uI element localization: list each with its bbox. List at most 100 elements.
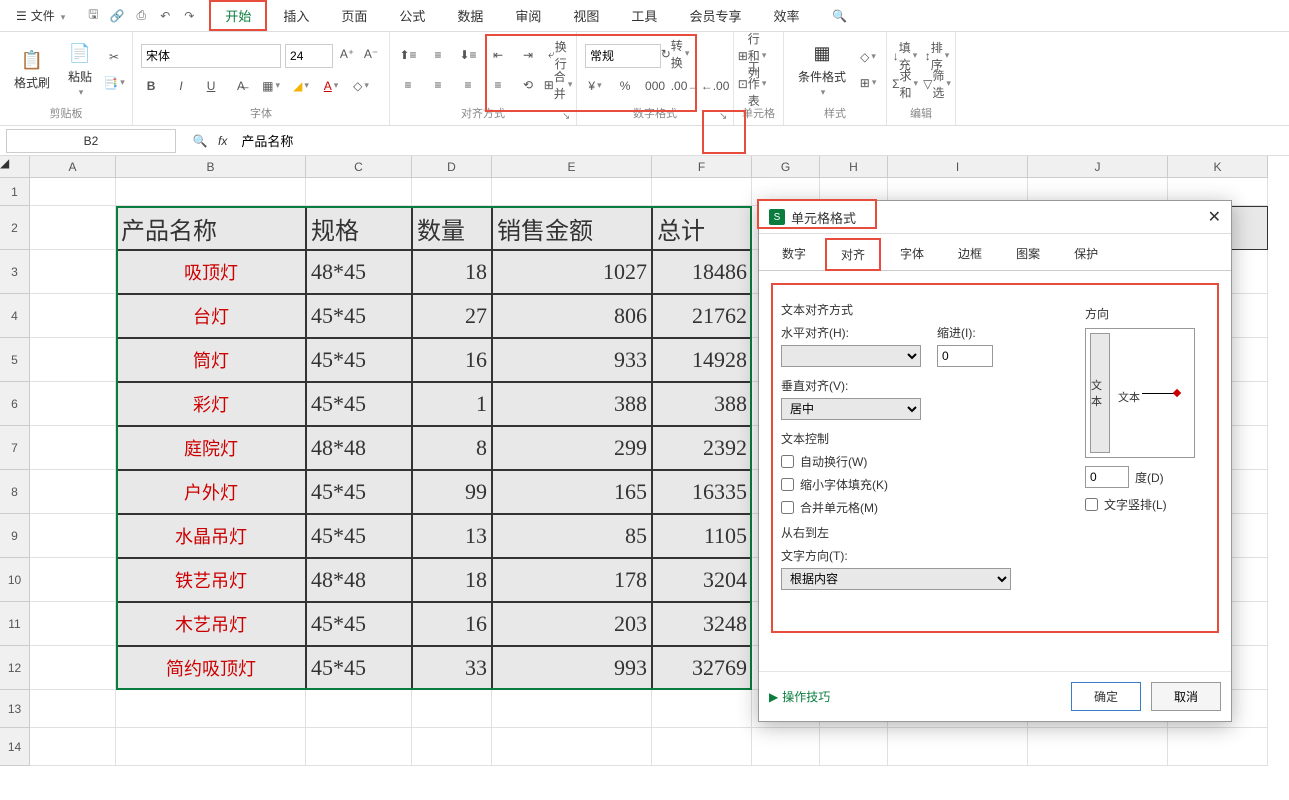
cell-E12[interactable]: 993	[492, 646, 652, 690]
row-header-5[interactable]: 5	[0, 338, 30, 382]
merge-cells-checkbox[interactable]	[781, 501, 794, 514]
row-header-14[interactable]: 14	[0, 728, 30, 766]
sort-button[interactable]: ↕排序	[927, 46, 947, 66]
col-header-K[interactable]: K	[1168, 156, 1268, 178]
align-middle-icon[interactable]: ≡	[428, 45, 448, 65]
cell-J14[interactable]	[1028, 728, 1168, 766]
print-icon[interactable]: ⎙	[133, 8, 149, 24]
cell-B9[interactable]: 水晶吊灯	[116, 514, 306, 558]
cell-C13[interactable]	[306, 690, 412, 728]
cell-E2[interactable]: 销售金额	[492, 206, 652, 250]
cell-A4[interactable]	[30, 294, 116, 338]
cell-C11[interactable]: 45*45	[306, 602, 412, 646]
col-header-A[interactable]: A	[30, 156, 116, 178]
number-dialog-launcher[interactable]: ↘	[719, 111, 731, 123]
cell-D8[interactable]: 99	[412, 470, 492, 514]
cell-K14[interactable]	[1168, 728, 1268, 766]
cell-F7[interactable]: 2392	[652, 426, 752, 470]
row-header-3[interactable]: 3	[0, 250, 30, 294]
cell-I14[interactable]	[888, 728, 1028, 766]
cell-D9[interactable]: 13	[412, 514, 492, 558]
cell-C6[interactable]: 45*45	[306, 382, 412, 426]
v-align-select[interactable]: 居中	[781, 398, 921, 420]
row-header-12[interactable]: 12	[0, 646, 30, 690]
row-header-13[interactable]: 13	[0, 690, 30, 728]
link-icon[interactable]: 🔗	[109, 8, 125, 24]
cell-E3[interactable]: 1027	[492, 250, 652, 294]
cell-A8[interactable]	[30, 470, 116, 514]
worksheet-button[interactable]: ⊡工作表	[742, 74, 762, 94]
cell-E5[interactable]: 933	[492, 338, 652, 382]
zoom-icon[interactable]: 🔍	[190, 131, 210, 151]
cell-style-icon[interactable]: ◇	[858, 47, 878, 67]
align-left-icon[interactable]: ≡	[398, 75, 418, 95]
undo-icon[interactable]: ↶	[157, 8, 173, 24]
font-size-select[interactable]	[285, 44, 333, 68]
cell-E14[interactable]	[492, 728, 652, 766]
fill-button[interactable]: ↓填充	[895, 46, 915, 66]
cell-F2[interactable]: 总计	[652, 206, 752, 250]
cell-D10[interactable]: 18	[412, 558, 492, 602]
cell-C14[interactable]	[306, 728, 412, 766]
cell-E8[interactable]: 165	[492, 470, 652, 514]
cell-F14[interactable]	[652, 728, 752, 766]
indent-input[interactable]	[937, 345, 993, 367]
cell-D13[interactable]	[412, 690, 492, 728]
cell-B11[interactable]: 木艺吊灯	[116, 602, 306, 646]
cell-B6[interactable]: 彩灯	[116, 382, 306, 426]
vertical-text-checkbox[interactable]	[1085, 498, 1098, 511]
sum-button[interactable]: Σ求和	[895, 74, 915, 94]
cell-A14[interactable]	[30, 728, 116, 766]
align-top-icon[interactable]: ⬆≡	[398, 45, 418, 65]
degree-input[interactable]	[1085, 466, 1129, 488]
fill-color-icon[interactable]: ◢	[291, 76, 311, 96]
number-format-select[interactable]	[585, 44, 661, 68]
paste-button[interactable]: 📄 粘贴	[62, 38, 98, 102]
decrease-decimal-icon[interactable]: ←.00	[705, 76, 725, 96]
cell-D14[interactable]	[412, 728, 492, 766]
row-header-4[interactable]: 4	[0, 294, 30, 338]
indent-decrease-icon[interactable]: ⇤	[488, 45, 508, 65]
underline-icon[interactable]: U	[201, 76, 221, 96]
font-color-icon[interactable]: A	[321, 76, 341, 96]
indent-increase-icon[interactable]: ⇥	[518, 45, 538, 65]
dialog-tab-protect[interactable]: 保护	[1059, 238, 1113, 270]
redo-icon[interactable]: ↷	[181, 8, 197, 24]
col-header-I[interactable]: I	[888, 156, 1028, 178]
cell-C4[interactable]: 45*45	[306, 294, 412, 338]
merge-button[interactable]: ⊞合并	[548, 75, 568, 95]
cell-D2[interactable]: 数量	[412, 206, 492, 250]
select-all-corner[interactable]: ◢	[0, 156, 30, 178]
cell-E10[interactable]: 178	[492, 558, 652, 602]
increase-decimal-icon[interactable]: .00→	[675, 76, 695, 96]
cell-A13[interactable]	[30, 690, 116, 728]
cell-A7[interactable]	[30, 426, 116, 470]
highlight-icon[interactable]: ◇	[351, 76, 371, 96]
italic-icon[interactable]: I	[171, 76, 191, 96]
cell-F8[interactable]: 16335	[652, 470, 752, 514]
cell-A12[interactable]	[30, 646, 116, 690]
text-dir-select[interactable]: 根据内容	[781, 568, 1011, 590]
row-header-9[interactable]: 9	[0, 514, 30, 558]
tips-link[interactable]: ▶操作技巧	[769, 688, 830, 705]
cell-C5[interactable]: 45*45	[306, 338, 412, 382]
cell-F12[interactable]: 32769	[652, 646, 752, 690]
cell-A3[interactable]	[30, 250, 116, 294]
cell-B4[interactable]: 台灯	[116, 294, 306, 338]
cell-E7[interactable]: 299	[492, 426, 652, 470]
cell-A10[interactable]	[30, 558, 116, 602]
dialog-tab-border[interactable]: 边框	[943, 238, 997, 270]
cell-A11[interactable]	[30, 602, 116, 646]
cell-B3[interactable]: 吸顶灯	[116, 250, 306, 294]
align-center-icon[interactable]: ≡	[428, 75, 448, 95]
orientation-icon[interactable]: ⟲	[518, 75, 538, 95]
tab-view[interactable]: 视图	[557, 0, 615, 31]
cell-D1[interactable]	[412, 178, 492, 206]
cell-H14[interactable]	[820, 728, 888, 766]
search-icon[interactable]: 🔍	[831, 8, 847, 24]
col-header-C[interactable]: C	[306, 156, 412, 178]
cell-F11[interactable]: 3248	[652, 602, 752, 646]
cell-C3[interactable]: 48*45	[306, 250, 412, 294]
col-header-B[interactable]: B	[116, 156, 306, 178]
cell-B1[interactable]	[116, 178, 306, 206]
